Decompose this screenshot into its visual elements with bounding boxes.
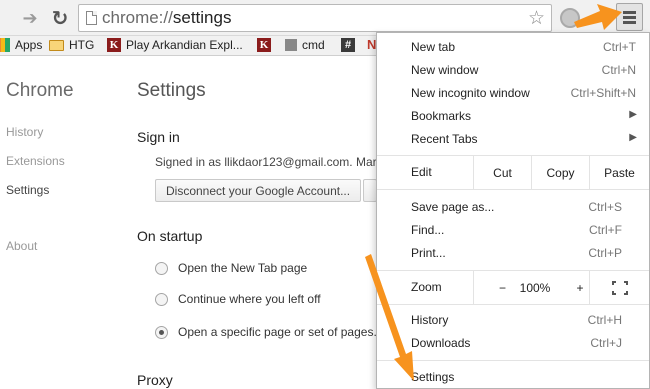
chrome-menu: New tab Ctrl+T New window Ctrl+N New inc…	[376, 32, 650, 389]
apps-icon	[0, 38, 10, 52]
sidebar-item-about[interactable]: About	[6, 239, 37, 253]
menu-label: Settings	[411, 370, 455, 384]
bookmark-cmd[interactable]: cmd	[285, 38, 325, 52]
menu-label: Find...	[411, 223, 445, 237]
menu-item-new-incognito[interactable]: New incognito window Ctrl+Shift+N	[377, 82, 649, 104]
hash-icon: #	[341, 38, 355, 52]
forward-arrow-icon[interactable]: ➔	[18, 6, 42, 30]
bookmark-k[interactable]: K	[257, 38, 276, 52]
menu-shortcut: Ctrl+F	[589, 223, 622, 237]
radio-button[interactable]	[155, 292, 168, 306]
cut-button[interactable]: Cut	[473, 156, 531, 189]
submenu-arrow-icon: ▶	[629, 109, 637, 120]
url-text[interactable]: chrome://settings	[102, 8, 231, 28]
menu-label: Save page as...	[411, 200, 495, 214]
submenu-arrow-icon: ▶	[629, 132, 637, 143]
bookmark-htg[interactable]: HTG	[49, 38, 94, 52]
menu-item-downloads[interactable]: Downloads Ctrl+J	[377, 332, 649, 354]
page-title: Settings	[137, 80, 206, 101]
menu-label: Zoom	[411, 280, 442, 294]
paste-button[interactable]: Paste	[589, 156, 649, 189]
extension-icon[interactable]	[560, 8, 580, 28]
copy-button[interactable]: Copy	[531, 156, 589, 189]
sidebar-title: Chrome	[6, 80, 74, 101]
menu-item-new-tab[interactable]: New tab Ctrl+T	[377, 36, 649, 58]
url-path: settings	[172, 8, 232, 27]
radio-button-checked[interactable]	[155, 325, 168, 339]
fullscreen-icon	[611, 280, 628, 295]
menu-separator	[377, 304, 649, 305]
menu-label: New window	[411, 63, 479, 77]
url-scheme: chrome://	[102, 8, 173, 27]
menu-separator	[377, 189, 649, 190]
hamburger-menu-icon[interactable]	[616, 3, 643, 31]
bookmark-label: Play Arkandian Expl...	[126, 38, 243, 52]
menu-item-history[interactable]: History Ctrl+H	[377, 309, 649, 331]
bookmark-arkandian[interactable]: K Play Arkandian Expl...	[107, 38, 243, 52]
menu-row-zoom: Zoom − 100% +	[377, 271, 649, 304]
menu-shortcut: Ctrl+Shift+N	[570, 86, 636, 100]
menu-separator	[377, 360, 649, 361]
menu-label: New incognito window	[411, 86, 530, 100]
menu-item-find[interactable]: Find... Ctrl+F	[377, 219, 649, 241]
radio-label: Open the New Tab page	[178, 261, 308, 275]
radio-button[interactable]	[155, 261, 168, 275]
startup-heading: On startup	[137, 228, 203, 244]
startup-option-specific-pages[interactable]: Open a specific page or set of pages.	[155, 325, 377, 339]
radio-label: Open a specific page or set of pages.	[178, 325, 377, 339]
bookmark-label: HTG	[69, 38, 95, 52]
reload-icon[interactable]: ↻	[48, 6, 72, 30]
disconnect-account-button[interactable]: Disconnect your Google Account...	[155, 179, 362, 202]
menu-shortcut: Ctrl+T	[603, 40, 636, 54]
menu-item-save-page[interactable]: Save page as... Ctrl+S	[377, 196, 649, 218]
signed-in-text: Signed in as llikdaor123@gmail.com. Mar	[155, 155, 377, 169]
menu-label: Edit	[411, 165, 432, 179]
cmd-icon	[285, 39, 297, 51]
sign-in-heading: Sign in	[137, 129, 180, 145]
proxy-heading: Proxy	[137, 372, 173, 388]
menu-shortcut: Ctrl+J	[590, 336, 622, 350]
menu-row-edit: Edit Cut Copy Paste	[377, 156, 649, 189]
startup-option-new-tab[interactable]: Open the New Tab page	[155, 261, 307, 275]
bookmark-hash[interactable]: #	[341, 38, 360, 52]
bookmark-apps[interactable]: Apps	[0, 38, 42, 52]
k-icon: K	[107, 38, 121, 52]
browser-toolbar: ➔ ↻ chrome://settings ☆	[0, 0, 650, 36]
menu-item-recent-tabs[interactable]: Recent Tabs ▶	[377, 128, 649, 150]
sidebar-item-extensions[interactable]: Extensions	[6, 154, 65, 168]
sidebar-item-history[interactable]: History	[6, 125, 43, 139]
menu-label: History	[411, 313, 449, 327]
startup-option-continue[interactable]: Continue where you left off	[155, 292, 321, 306]
page-icon	[86, 11, 97, 25]
zoom-value: 100%	[519, 280, 551, 295]
menu-shortcut: Ctrl+N	[601, 63, 636, 77]
advanced-sync-button[interactable]	[363, 179, 377, 202]
bookmark-label: cmd	[302, 38, 325, 52]
sidebar-item-settings[interactable]: Settings	[6, 183, 49, 197]
menu-label: New tab	[411, 40, 456, 54]
radio-label: Continue where you left off	[178, 292, 321, 306]
menu-shortcut: Ctrl+H	[587, 313, 622, 327]
address-bar[interactable]: chrome://settings ☆	[78, 4, 552, 32]
menu-shortcut: Ctrl+S	[588, 200, 622, 214]
bookmark-label: Apps	[15, 38, 43, 52]
zoom-minus-text: −	[498, 280, 506, 295]
menu-label: Downloads	[411, 336, 471, 350]
menu-item-bookmarks[interactable]: Bookmarks ▶	[377, 105, 649, 127]
menu-label: Recent Tabs	[411, 132, 478, 146]
menu-label: Bookmarks	[411, 109, 472, 123]
folder-icon	[49, 39, 64, 51]
menu-item-print[interactable]: Print... Ctrl+P	[377, 242, 649, 264]
menu-item-new-window[interactable]: New window Ctrl+N	[377, 59, 649, 81]
star-icon[interactable]: ☆	[528, 7, 545, 30]
menu-item-settings[interactable]: Settings	[377, 366, 649, 388]
fullscreen-button[interactable]	[589, 271, 649, 304]
menu-shortcut: Ctrl+P	[588, 246, 622, 260]
k-icon: K	[257, 38, 271, 52]
menu-label: Print...	[411, 246, 446, 260]
